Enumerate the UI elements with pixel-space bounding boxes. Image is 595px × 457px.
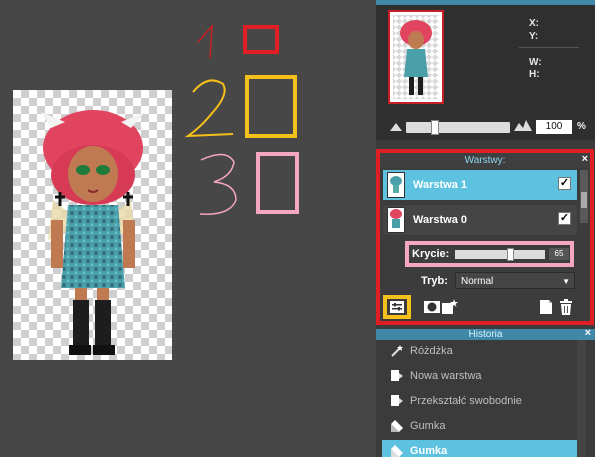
layers-scrollbar[interactable] <box>580 170 588 223</box>
w-label: W: <box>529 57 542 68</box>
y-label: Y: <box>529 31 539 42</box>
history-item[interactable]: Nowa warstwa <box>382 365 577 387</box>
layer-visibility-checkbox[interactable]: ✓ <box>558 212 571 225</box>
layer-thumbnail <box>387 172 405 198</box>
transform-icon <box>391 395 403 406</box>
layer-row-warstwa-1[interactable]: Warstwa 1 ✓ <box>383 170 577 200</box>
layer-name: Warstwa 1 <box>413 179 468 191</box>
zoom-row: 100 % <box>376 114 595 140</box>
opacity-value[interactable]: 65 <box>549 248 569 260</box>
history-item-label: Nowa warstwa <box>410 370 482 382</box>
zoom-percent-label: % <box>577 121 586 132</box>
history-item-label: Gumka <box>410 445 448 457</box>
canvas-area[interactable] <box>0 0 376 457</box>
eraser-icon <box>391 445 403 457</box>
layer-visibility-checkbox[interactable]: ✓ <box>558 177 571 190</box>
history-scrollbar[interactable] <box>577 340 586 457</box>
annotation-red-box <box>243 25 279 54</box>
history-title: Historia <box>468 329 503 340</box>
navigator-panel: X: Y: W: H: 100 % <box>376 0 595 140</box>
history-item-label: Gumka <box>410 420 446 432</box>
history-item[interactable]: Gumka <box>382 415 577 437</box>
new-layer-icon[interactable] <box>538 299 554 315</box>
history-item-label: Przekształć swobodnie <box>410 395 522 407</box>
annotation-number-1 <box>190 22 230 67</box>
opacity-label: Krycie: <box>412 248 450 260</box>
h-label: H: <box>529 69 540 80</box>
history-item[interactable]: Przekształć swobodnie <box>382 390 577 412</box>
navigator-thumbnail[interactable] <box>388 10 444 104</box>
navigator-preview-image <box>400 20 432 95</box>
layer-thumbnail <box>387 207 405 233</box>
history-item-selected[interactable]: Gumka <box>382 440 577 457</box>
eraser-icon <box>391 420 403 432</box>
history-close-icon[interactable]: × <box>585 328 591 339</box>
zoom-slider-track[interactable] <box>406 122 510 133</box>
history-item-label: Różdżka <box>410 345 453 357</box>
annotation-pink-box <box>256 152 299 214</box>
zoom-slider-thumb[interactable] <box>431 120 439 135</box>
opacity-control: Krycie: 65 <box>405 241 574 267</box>
annotation-number-2 <box>183 72 243 147</box>
document-canvas[interactable] <box>13 90 172 360</box>
annotation-number-3 <box>196 150 246 225</box>
zoom-input[interactable]: 100 <box>536 120 572 134</box>
x-label: X: <box>529 18 539 29</box>
zoom-out-icon[interactable] <box>390 123 402 131</box>
blend-mode-select[interactable]: Normal ▼ <box>455 272 575 289</box>
history-list: Różdżka Nowa warstwa Przekształć swobodn… <box>376 340 595 457</box>
history-titlebar: Historia × <box>376 328 595 340</box>
layers-scrollbar-thumb[interactable] <box>581 192 587 208</box>
character-image <box>41 110 145 355</box>
opacity-slider-track[interactable] <box>455 250 545 259</box>
layer-effects-icon[interactable] <box>442 299 458 315</box>
wand-icon <box>391 345 403 357</box>
history-item[interactable]: Różdżka <box>382 340 577 362</box>
trash-icon[interactable] <box>558 299 574 315</box>
navigator-titlebar <box>376 0 595 5</box>
layer-mask-icon[interactable] <box>424 299 440 315</box>
layers-title-text: Warstwy: <box>464 155 506 166</box>
new-layer-icon <box>391 370 403 381</box>
sliders-icon <box>390 301 404 313</box>
layers-close-icon[interactable]: × <box>582 153 588 165</box>
blend-mode-value: Normal <box>461 276 494 287</box>
layer-properties-button[interactable] <box>383 295 411 319</box>
chevron-down-icon: ▼ <box>562 277 570 286</box>
annotation-yellow-box <box>245 75 297 138</box>
navigator-divider <box>519 47 579 48</box>
layers-title: Warstwy: <box>380 153 590 168</box>
layer-row-warstwa-0[interactable]: Warstwa 0 ✓ <box>383 205 577 235</box>
right-panels: X: Y: W: H: 100 % Warstwy: × Warstwa 1 ✓ <box>376 0 595 457</box>
layers-panel: Warstwy: × Warstwa 1 ✓ Warstwa 0 ✓ Kryci… <box>376 149 594 325</box>
layer-name: Warstwa 0 <box>413 214 468 226</box>
zoom-in-icon[interactable] <box>514 120 532 131</box>
opacity-slider-thumb[interactable] <box>507 248 514 261</box>
blend-mode-label: Tryb: <box>421 275 448 287</box>
